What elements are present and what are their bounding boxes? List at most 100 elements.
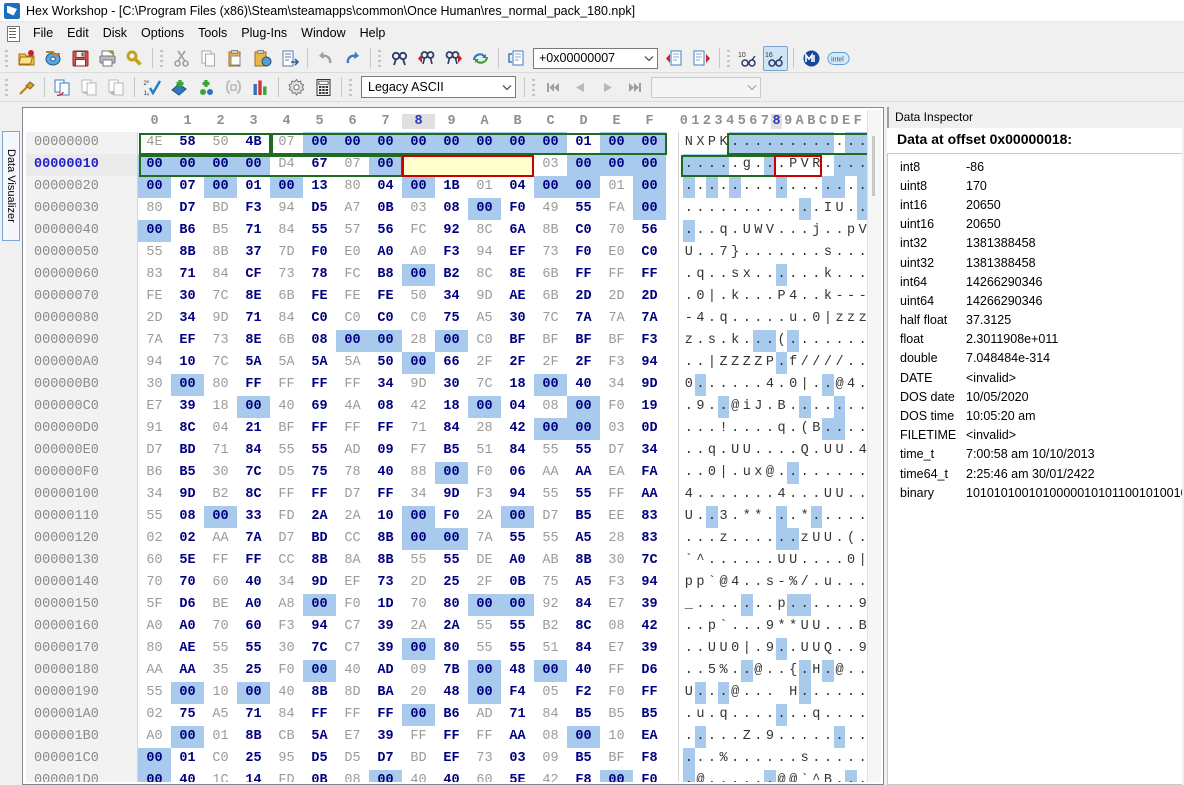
- hex-byte[interactable]: 69: [303, 396, 336, 418]
- hex-byte[interactable]: 83: [633, 528, 666, 550]
- hex-byte-group[interactable]: 55 8B 8B 37 7D F0 E0 A0 A0 F3 94 EF 73 F0 E0 C0: [138, 242, 666, 264]
- ascii-group[interactable]: -4. q..... u. 0 | z z z: [678, 308, 867, 330]
- hex-byte[interactable]: A0: [138, 616, 171, 638]
- ascii-char[interactable]: @: [776, 770, 788, 782]
- ascii-char[interactable]: .: [683, 704, 695, 726]
- hex-byte[interactable]: AB: [534, 550, 567, 572]
- hex-byte[interactable]: 00: [138, 748, 171, 770]
- ascii-char[interactable]: .: [718, 770, 730, 782]
- hex-byte[interactable]: 55: [468, 616, 501, 638]
- hex-byte[interactable]: 5A: [303, 726, 336, 748]
- ascii-char[interactable]: .: [822, 220, 834, 242]
- ascii-char[interactable]: q: [718, 704, 730, 726]
- hex-byte[interactable]: 9D: [633, 374, 666, 396]
- hex-byte[interactable]: A0: [237, 594, 270, 616]
- ascii-char[interactable]: K: [718, 132, 730, 154]
- hex-byte[interactable]: 0B: [501, 572, 534, 594]
- ascii-char[interactable]: .: [717, 396, 730, 418]
- hex-byte[interactable]: 55: [138, 682, 171, 704]
- hex-byte[interactable]: C0: [369, 308, 402, 330]
- hex-byte[interactable]: 70: [600, 220, 633, 242]
- hex-byte[interactable]: 84: [270, 308, 303, 330]
- hex-byte[interactable]: 84: [270, 704, 303, 726]
- hex-byte[interactable]: 30: [501, 308, 534, 330]
- hex-byte[interactable]: 00: [270, 176, 303, 198]
- ascii-char[interactable]: -: [776, 572, 788, 594]
- ascii-char[interactable]: @: [729, 682, 741, 704]
- ascii-char[interactable]: .: [683, 176, 695, 198]
- hex-byte[interactable]: 2D: [138, 308, 171, 330]
- hex-byte[interactable]: AD: [468, 704, 501, 726]
- hex-byte[interactable]: 84: [204, 264, 237, 286]
- ascii-char[interactable]: .: [845, 572, 857, 594]
- hex-byte[interactable]: F3: [237, 198, 270, 220]
- ascii-char[interactable]: .: [718, 286, 730, 308]
- ascii-char[interactable]: .: [822, 462, 834, 484]
- hex-col-header-9[interactable]: 9: [435, 114, 468, 129]
- ascii-char[interactable]: .: [776, 440, 788, 462]
- ascii-char[interactable]: .: [706, 484, 718, 506]
- ascii-char[interactable]: Z: [741, 726, 753, 748]
- hex-byte[interactable]: E7: [138, 396, 171, 418]
- ascii-char[interactable]: .: [776, 308, 788, 330]
- hex-byte[interactable]: 0B: [369, 198, 402, 220]
- ascii-char[interactable]: .: [764, 506, 776, 528]
- hex-byte[interactable]: AD: [336, 440, 369, 462]
- find-icon[interactable]: [387, 46, 412, 71]
- hex-byte[interactable]: C7: [336, 638, 369, 660]
- ascii-group[interactable]: p p ` @4.. s -% /. u...: [678, 572, 867, 594]
- hex-byte[interactable]: 50: [369, 352, 402, 374]
- hex-byte[interactable]: AD: [369, 660, 402, 682]
- ascii-char[interactable]: /: [822, 352, 834, 374]
- hex-byte[interactable]: 28: [600, 528, 633, 550]
- hex-byte[interactable]: BF: [600, 330, 633, 352]
- ascii-char[interactable]: .: [706, 264, 718, 286]
- ascii-group[interactable]: 0...... 4. 0 |.. @4.: [678, 374, 867, 396]
- ascii-char[interactable]: .: [845, 682, 857, 704]
- hex-byte[interactable]: 40: [435, 770, 468, 782]
- ascii-char[interactable]: .: [764, 704, 776, 726]
- hex-byte[interactable]: 1C: [204, 770, 237, 782]
- hex-byte[interactable]: EF: [171, 330, 204, 352]
- hex-row[interactable]: 00000010 00 00 00 00 D4 67 07 00 AA 50 56 52 03 00 00 00…: [26, 154, 867, 176]
- ascii-char[interactable]: .: [764, 594, 776, 616]
- hex-byte[interactable]: 30: [171, 286, 204, 308]
- inspector-row[interactable]: DOS time 10:05:20 am: [888, 406, 1182, 425]
- hex-byte[interactable]: 2F: [567, 352, 600, 374]
- ascii-char[interactable]: .: [753, 264, 765, 286]
- ascii-char[interactable]: .: [833, 418, 846, 440]
- hex-byte[interactable]: 00: [501, 594, 534, 616]
- copy-icon[interactable]: [196, 46, 221, 71]
- ascii-char[interactable]: .: [845, 132, 857, 154]
- ascii-char[interactable]: x: [741, 264, 753, 286]
- ascii-char[interactable]: .: [695, 660, 707, 682]
- hex-byte-group[interactable]: 00 01 C0 25 95 D5 D5 D7 BD EF 73 03 09 B5 BF F8: [138, 748, 666, 770]
- ascii-char[interactable]: .: [683, 770, 695, 782]
- ascii-char[interactable]: .: [799, 286, 811, 308]
- ascii-char[interactable]: I: [822, 198, 834, 220]
- hex-byte[interactable]: 70: [138, 572, 171, 594]
- ascii-char[interactable]: k: [822, 264, 834, 286]
- hex-byte[interactable]: 00: [402, 132, 435, 154]
- hex-byte[interactable]: D6: [633, 660, 666, 682]
- ascii-char[interactable]: .: [787, 528, 799, 550]
- hex-byte[interactable]: 39: [171, 396, 204, 418]
- hex-byte[interactable]: 08: [369, 396, 402, 418]
- hex-byte[interactable]: 55: [237, 638, 270, 660]
- ascii-char[interactable]: .: [740, 660, 753, 682]
- hex-byte[interactable]: 8C: [468, 220, 501, 242]
- ascii-char[interactable]: .: [753, 528, 765, 550]
- ascii-char[interactable]: .: [787, 726, 799, 748]
- ascii-char[interactable]: .: [845, 770, 857, 782]
- hex-byte[interactable]: 55: [270, 440, 303, 462]
- ascii-char[interactable]: .: [857, 528, 867, 550]
- ascii-char[interactable]: .: [857, 242, 867, 264]
- ascii-char[interactable]: .: [845, 704, 857, 726]
- ascii-char[interactable]: .: [764, 176, 776, 198]
- ascii-char[interactable]: .: [857, 484, 867, 506]
- hex-byte[interactable]: 08: [534, 726, 567, 748]
- ascii-char[interactable]: .: [787, 242, 799, 264]
- hex-byte[interactable]: 39: [369, 638, 402, 660]
- hex-row[interactable]: 00000000 4E 58 50 4B 07 00 00 00 00 00 00 00 00 01 00 00…: [26, 132, 867, 154]
- ascii-char[interactable]: .: [764, 154, 776, 176]
